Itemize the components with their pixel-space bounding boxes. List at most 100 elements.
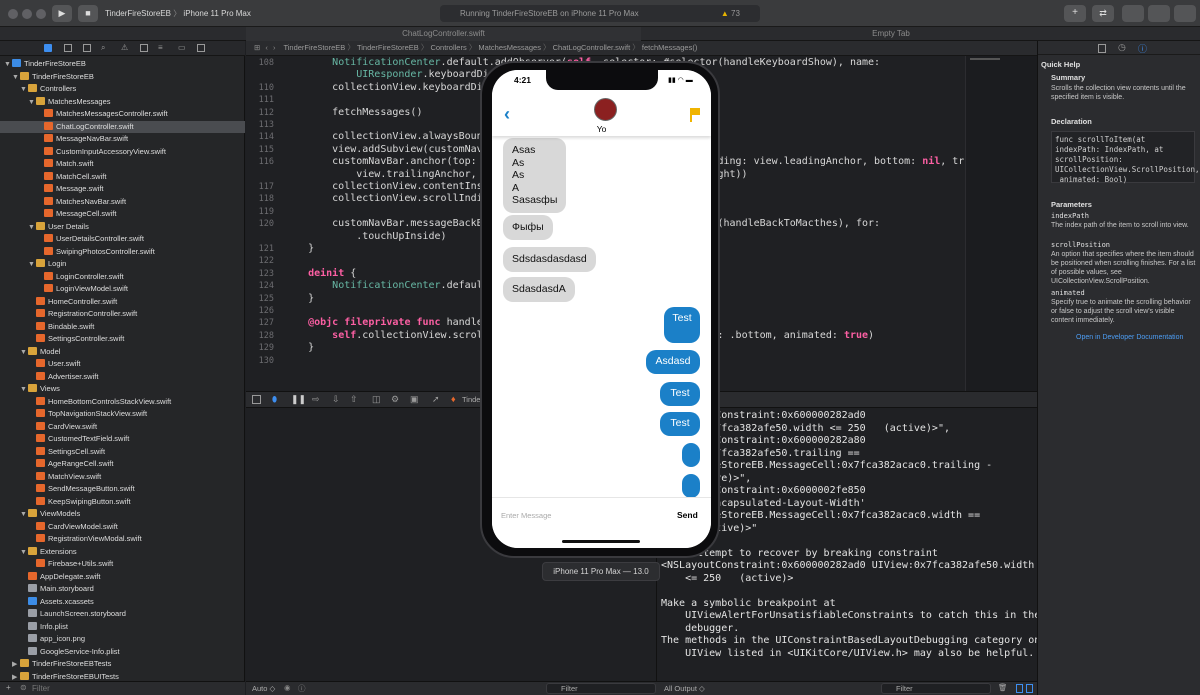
file-item[interactable]: MatchesMessagesController.swift <box>0 108 245 121</box>
file-item[interactable]: MatchView.swift <box>0 471 245 484</box>
jump-item-project[interactable]: TinderFireStoreEB <box>283 43 345 52</box>
folder-item[interactable]: ▼ MatchesMessages <box>0 96 245 109</box>
file-item[interactable]: MatchCell.swift <box>0 171 245 184</box>
sent-message-bubble[interactable]: Test <box>660 382 700 406</box>
back-nav-icon[interactable]: ‹ <box>265 43 268 52</box>
folder-item[interactable]: Assets.xcassets <box>0 596 245 609</box>
add-library-button[interactable]: + <box>1064 5 1086 22</box>
minimize-window-button[interactable] <box>22 9 32 19</box>
file-item[interactable]: app_icon.png <box>0 633 245 646</box>
location-icon[interactable]: ➚ <box>432 394 440 405</box>
debug-navigator-icon[interactable]: ≡ <box>158 43 163 52</box>
code-review-button[interactable]: ⇄ <box>1092 5 1114 22</box>
file-item[interactable]: RegistrationViewModal.swift <box>0 533 245 546</box>
breakpoints-toggle-icon[interactable]: ⬮ <box>272 395 277 405</box>
toggle-inspector-button[interactable] <box>1174 5 1196 22</box>
line-number[interactable]: 126 <box>246 306 274 316</box>
line-number[interactable]: 114 <box>246 132 274 142</box>
tab-chatlog[interactable]: ChatLogController.swift <box>246 27 641 41</box>
project-navigator-icon[interactable] <box>44 44 52 52</box>
auto-variables-select[interactable]: Auto ◇ <box>252 684 275 693</box>
forward-nav-icon[interactable]: › <box>273 43 276 52</box>
pause-icon[interactable]: ❚❚ <box>291 394 306 405</box>
file-item[interactable]: SwipingPhotosController.swift <box>0 246 245 259</box>
file-item[interactable]: UserDetailsController.swift <box>0 233 245 246</box>
file-item[interactable]: HomeBottomControlsStackView.swift <box>0 396 245 409</box>
line-number[interactable]: 118 <box>246 194 274 204</box>
navigator-filter-input[interactable]: Filter <box>32 684 50 693</box>
step-over-icon[interactable]: ⇨ <box>312 394 320 405</box>
code-line[interactable] <box>284 305 308 316</box>
environment-icon[interactable]: ▣ <box>410 394 419 405</box>
file-item[interactable]: CustomInputAccessoryView.swift <box>0 146 245 159</box>
line-number[interactable]: 110 <box>246 83 274 93</box>
related-items-icon[interactable]: ⊞ <box>254 43 260 52</box>
split-right-icon[interactable] <box>1026 684 1033 693</box>
search-icon[interactable]: ⌕ <box>101 43 105 53</box>
variables-filter-input[interactable]: Filter <box>546 683 656 694</box>
report-navigator-icon[interactable] <box>197 44 205 52</box>
file-item[interactable]: MatchesNavBar.swift <box>0 196 245 209</box>
file-item[interactable]: LaunchScreen.storyboard <box>0 608 245 621</box>
file-item[interactable]: Match.swift <box>0 158 245 171</box>
folder-item[interactable]: ▼ TinderFireStoreEB <box>0 71 245 84</box>
step-out-icon[interactable]: ⇧ <box>350 394 358 405</box>
code-line[interactable] <box>284 255 308 266</box>
line-number[interactable]: 130 <box>246 356 274 366</box>
sent-message-bubble[interactable] <box>682 474 700 498</box>
source-control-icon[interactable] <box>64 44 72 52</box>
jump-bar[interactable]: ⊞ ‹ › TinderFireStoreEB 〉 TinderFireStor… <box>246 41 1037 56</box>
console-filter-input[interactable]: Filter <box>881 683 991 694</box>
sent-message-bubble[interactable]: Asdasd <box>646 350 700 374</box>
file-item[interactable]: KeepSwipingButton.swift <box>0 496 245 509</box>
file-item[interactable]: TopNavigationStackView.swift <box>0 408 245 421</box>
file-item[interactable]: LoginController.swift <box>0 271 245 284</box>
line-number[interactable]: 128 <box>246 331 274 341</box>
info-icon[interactable]: ⓘ <box>298 683 306 694</box>
folder-item[interactable]: ▼ Controllers <box>0 83 245 96</box>
issue-navigator-icon[interactable]: ⚠ <box>121 43 128 52</box>
jump-item-file[interactable]: ChatLogController.swift <box>553 43 631 52</box>
received-message-bubble[interactable]: Sdsdasdasdasd <box>503 247 596 272</box>
flag-icon[interactable] <box>690 108 700 122</box>
sent-message-bubble[interactable] <box>682 443 700 467</box>
file-item[interactable]: Advertiser.swift <box>0 371 245 384</box>
jump-item-controllers[interactable]: Controllers <box>430 43 466 52</box>
line-number[interactable]: 123 <box>246 269 274 279</box>
file-item[interactable]: User.swift <box>0 358 245 371</box>
run-button[interactable]: ▶ <box>52 5 72 22</box>
line-number[interactable]: 111 <box>246 95 274 105</box>
file-item[interactable]: CardViewModel.swift <box>0 521 245 534</box>
message-input[interactable]: Enter Message <box>501 511 551 520</box>
line-number[interactable]: 121 <box>246 244 274 254</box>
code-line[interactable]: } <box>284 342 314 353</box>
jump-item-method[interactable]: fetchMessages() <box>642 43 697 52</box>
line-number[interactable]: 113 <box>246 120 274 130</box>
line-number[interactable]: 129 <box>246 343 274 353</box>
line-number[interactable]: 117 <box>246 182 274 192</box>
file-item[interactable]: AppDelegate.swift <box>0 571 245 584</box>
quick-help-icon[interactable]: ⓘ <box>1138 42 1147 55</box>
view-debugger-icon[interactable]: ◫ <box>372 394 381 405</box>
scheme-selector[interactable]: TinderFireStoreEB 〉 iPhone 11 Pro Max <box>105 5 435 22</box>
file-item[interactable]: HomeController.swift <box>0 296 245 309</box>
zoom-window-button[interactable] <box>36 9 46 19</box>
toggle-debug-area-button[interactable] <box>1148 5 1170 22</box>
file-item[interactable]: Bindable.swift <box>0 321 245 334</box>
tab-empty[interactable]: Empty Tab <box>641 27 1141 41</box>
file-item[interactable]: SettingsCell.swift <box>0 446 245 459</box>
code-line[interactable] <box>284 119 308 130</box>
close-window-button[interactable] <box>8 9 18 19</box>
test-navigator-icon[interactable] <box>140 44 148 52</box>
file-item[interactable]: MessageNavBar.swift <box>0 133 245 146</box>
line-number[interactable]: 120 <box>246 219 274 229</box>
received-message-bubble[interactable]: Asas As As A Sasasфы <box>503 138 567 213</box>
file-item[interactable]: GoogleService-Info.plist <box>0 646 245 659</box>
output-select[interactable]: All Output ◇ <box>664 684 705 693</box>
file-item[interactable]: RegistrationController.swift <box>0 308 245 321</box>
send-button[interactable]: Send <box>677 510 698 520</box>
breakpoint-navigator-icon[interactable]: ▭ <box>178 43 186 52</box>
file-item[interactable]: LoginViewModel.swift <box>0 283 245 296</box>
add-file-icon[interactable]: + <box>6 683 11 692</box>
code-line[interactable]: } <box>284 293 314 304</box>
